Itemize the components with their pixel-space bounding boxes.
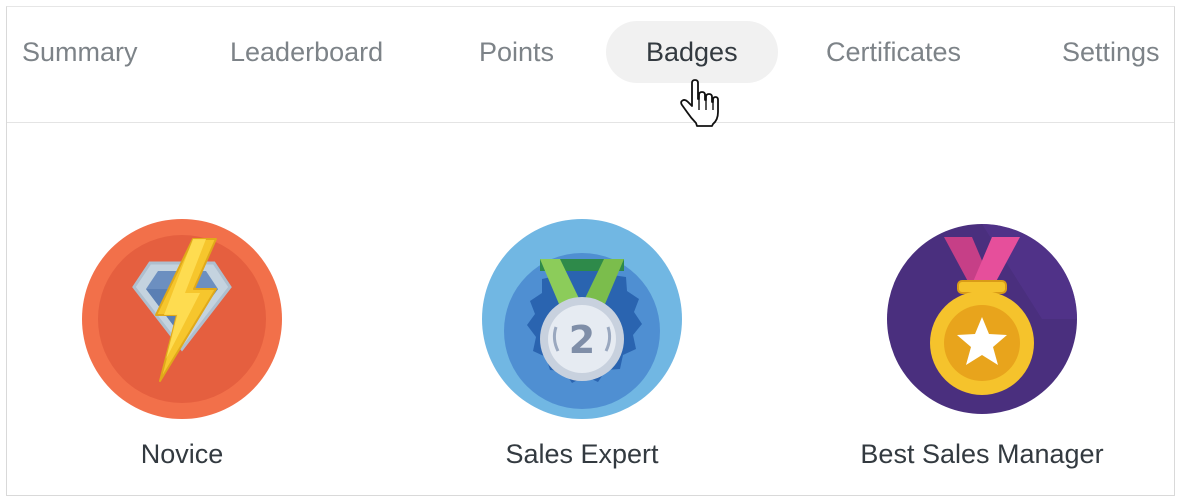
tab-badges[interactable]: Badges bbox=[606, 21, 778, 83]
gold-star-medal-icon bbox=[887, 224, 1077, 414]
badge-name: Best Sales Manager bbox=[860, 439, 1104, 469]
tab-settings[interactable]: Settings bbox=[1022, 21, 1174, 83]
badge-novice[interactable]: Novice bbox=[32, 219, 332, 495]
badge-name: Novice bbox=[140, 439, 224, 469]
lightning-diamond-icon bbox=[82, 219, 282, 419]
tab-points[interactable]: Points bbox=[439, 21, 594, 83]
svg-text:2: 2 bbox=[569, 318, 595, 362]
tab-certificates[interactable]: Certificates bbox=[786, 21, 1001, 83]
badges-panel: Novice 2 Sales Expert Best Sales Manager bbox=[7, 124, 1174, 495]
badge-best-sales-manager[interactable]: Best Sales Manager bbox=[832, 219, 1132, 495]
medal-2-icon: 2 bbox=[482, 219, 682, 419]
tab-summary[interactable]: Summary bbox=[7, 21, 178, 83]
tab-bar: Summary Leaderboard Points Badges Certif… bbox=[7, 7, 1174, 123]
tab-leaderboard[interactable]: Leaderboard bbox=[190, 21, 423, 83]
badge-sales-expert[interactable]: 2 Sales Expert bbox=[432, 219, 732, 495]
app-frame: Summary Leaderboard Points Badges Certif… bbox=[6, 6, 1175, 496]
badge-name: Sales Expert bbox=[505, 439, 659, 469]
